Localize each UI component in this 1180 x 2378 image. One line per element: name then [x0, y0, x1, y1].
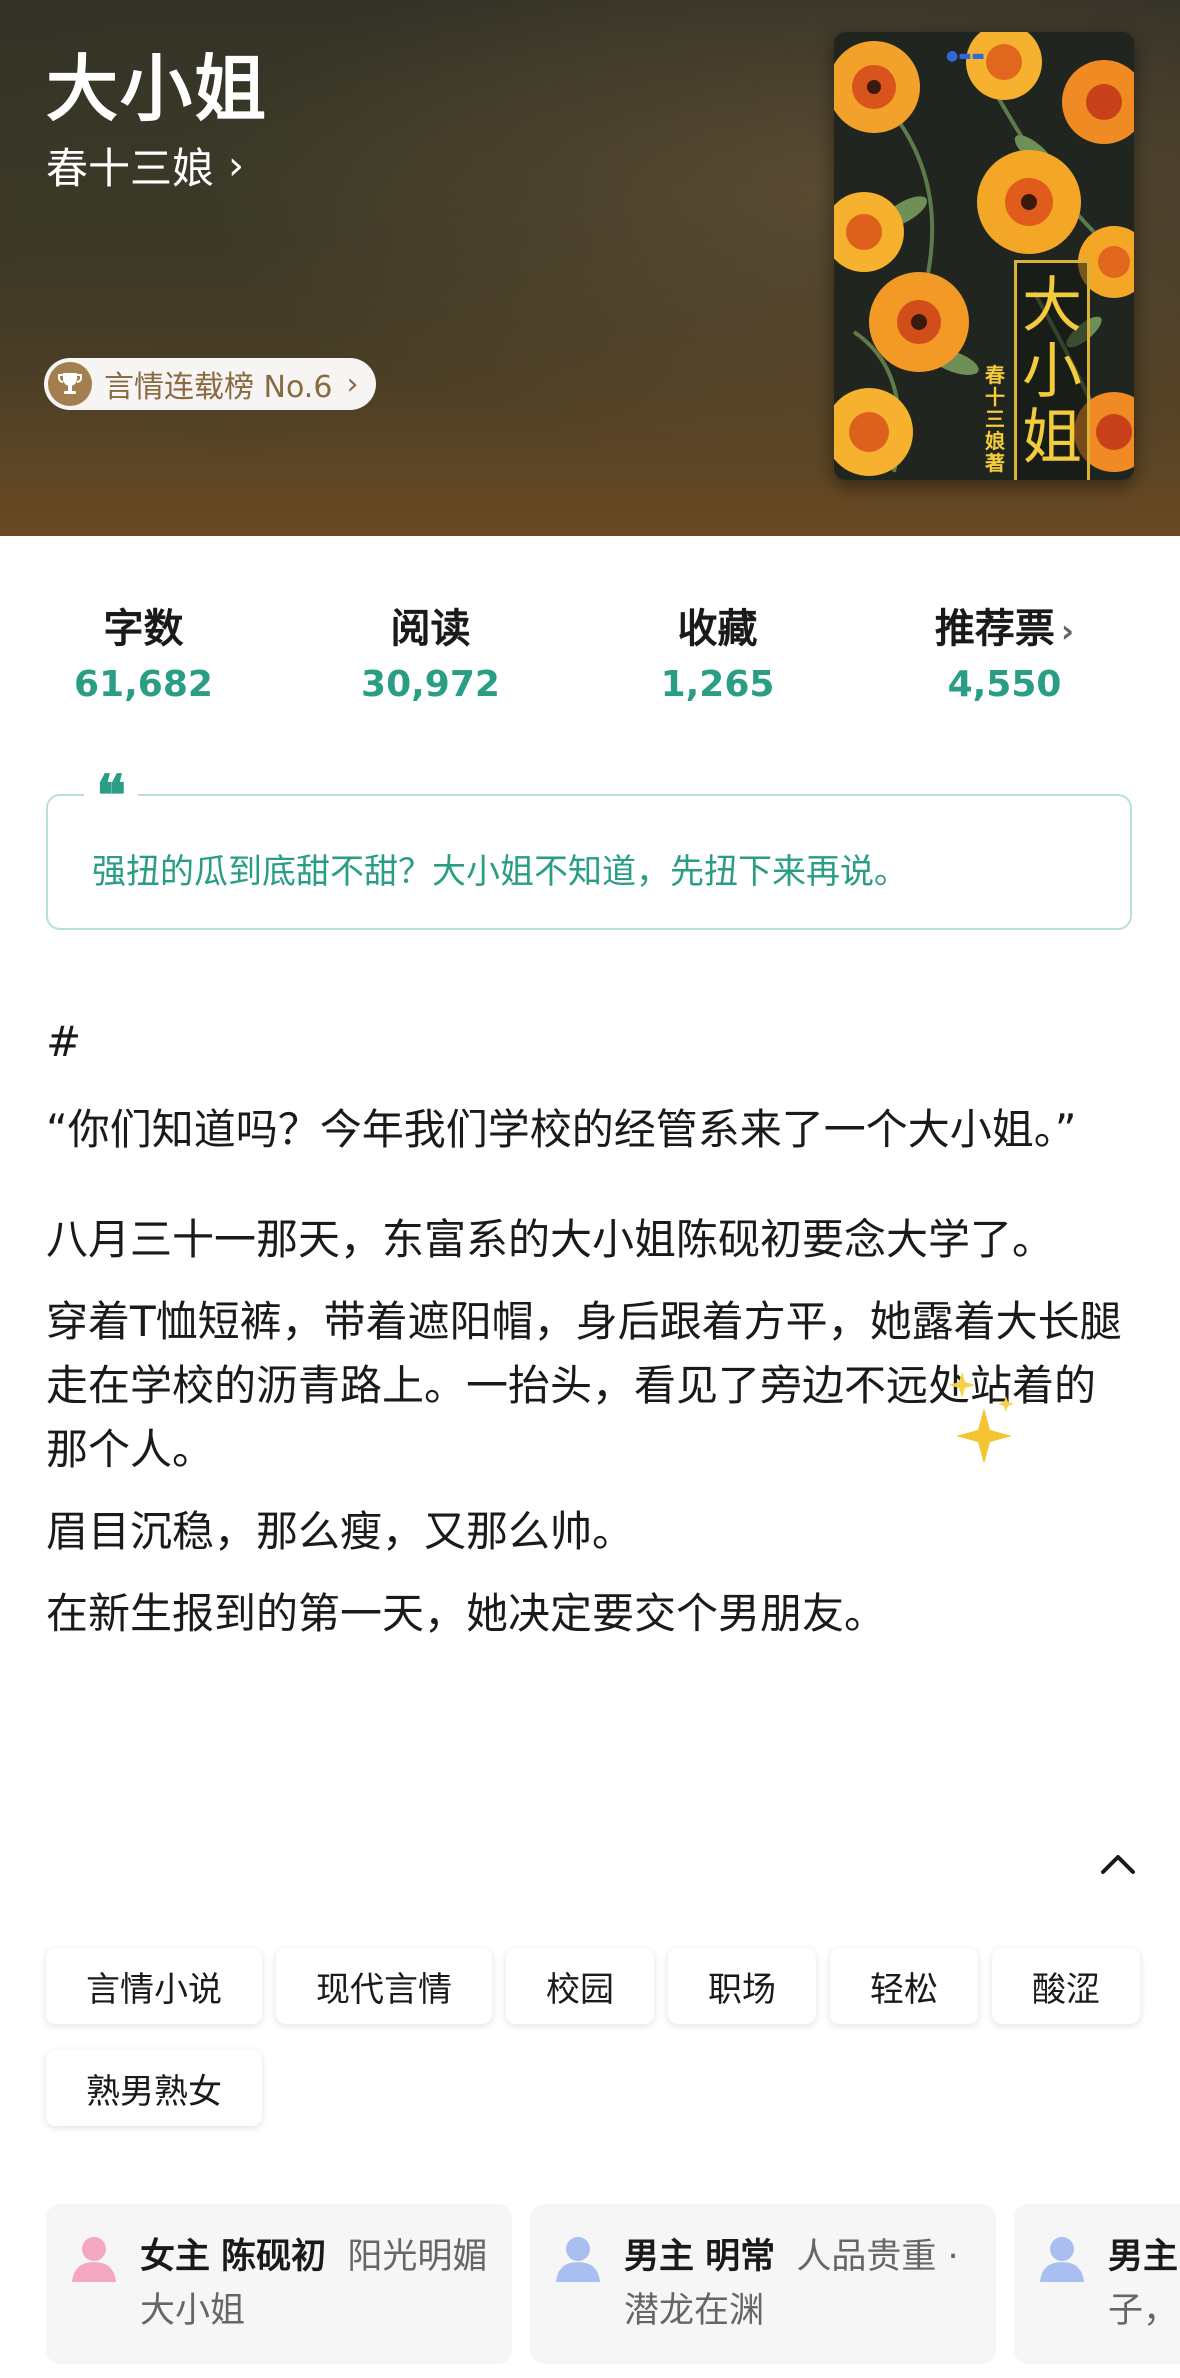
tagline-box: ❝ 强扭的瓜到底甜不甜？大小姐不知道，先扭下来再说。 — [46, 768, 1132, 930]
stat-word-count: 字数 61,682 — [0, 596, 287, 706]
cover-author-char: 娘 — [985, 429, 1005, 453]
collapse-synopsis-button[interactable] — [1096, 1842, 1140, 1886]
cover-title-char: 姐 — [1022, 403, 1082, 473]
stat-label: 阅读 — [390, 606, 471, 652]
person-avatar-icon — [1040, 2237, 1084, 2282]
tag-chip[interactable]: 熟男熟女 — [46, 2050, 262, 2126]
cover-author-char: 著 — [985, 451, 1005, 475]
sparkle-icon — [944, 1368, 1024, 1482]
cover-author: 春 十 三 娘 著 — [980, 364, 1010, 474]
tag-chip[interactable]: 轻松 — [830, 1948, 978, 2024]
stat-label-text: 推荐票 — [934, 606, 1055, 652]
synopsis-hash: # — [46, 1017, 82, 1066]
tag-chip[interactable]: 校园 — [506, 1948, 654, 2024]
character-card-heroine[interactable]: 女主 陈砚初 阳光明媚大小姐 — [46, 2204, 512, 2364]
chevron-right-icon: › — [346, 366, 359, 402]
chevron-right-icon: › — [1060, 612, 1075, 650]
publisher-logo: ●▬▬ — [946, 48, 985, 64]
character-name: 明常 — [705, 2237, 776, 2277]
book-header: 大小姐 春十三娘 › 言情连载榜 No.6 › ●▬▬ 大 小 姐 春 十 三 … — [0, 0, 1180, 536]
cover-title-char: 大 — [1022, 271, 1082, 341]
synopsis-paragraph: 八月三十一那天，东富系的大小姐陈砚初要念大学了。 — [46, 1215, 1055, 1264]
character-info: 女主 陈砚初 阳光明媚大小姐 — [140, 2230, 492, 2338]
character-card-hero-2[interactable]: 男主 子， — [1014, 2204, 1180, 2364]
stat-label-recommend: 推荐票 › — [861, 596, 1148, 654]
stat-value: 61,682 — [74, 664, 213, 705]
chevron-right-icon: › — [228, 142, 245, 189]
person-avatar-icon — [72, 2237, 116, 2282]
stat-label: 收藏 — [677, 606, 758, 652]
author-name: 春十三娘 — [46, 144, 215, 193]
tag-chip[interactable]: 现代言情 — [276, 1948, 492, 2024]
character-name: 陈砚初 — [221, 2237, 327, 2277]
synopsis-paragraph: 在新生报到的第一天，她决定要交个男朋友。 — [46, 1589, 887, 1638]
tag-list: 言情小说 现代言情 校园 职场 轻松 酸涩 熟男熟女 — [46, 1948, 1146, 2126]
stat-value: 30,972 — [361, 664, 500, 705]
rank-badge[interactable]: 言情连载榜 No.6 › — [44, 358, 377, 410]
character-info: 男主 子， — [1108, 2230, 1178, 2338]
stat-recommend-votes[interactable]: 推荐票 › 4,550 — [861, 596, 1148, 706]
stat-label: 字数 — [103, 606, 184, 652]
character-desc: 子， — [1108, 2291, 1179, 2331]
cover-title-char: 小 — [1022, 337, 1082, 407]
character-role: 男主 — [624, 2237, 695, 2277]
character-card-hero[interactable]: 男主 明常 人品贵重 · 潜龙在渊 — [530, 2204, 996, 2364]
stat-value: 4,550 — [947, 664, 1062, 705]
stats-row: 字数 61,682 阅读 30,972 收藏 1,265 推荐票 › 4,550 — [0, 596, 1180, 706]
rank-label: 言情连载榜 No.6 — [104, 370, 333, 405]
quote-mark-icon: ❝ — [84, 768, 139, 824]
stat-reads: 阅读 30,972 — [287, 596, 574, 706]
tag-chip[interactable]: 言情小说 — [46, 1948, 262, 2024]
cover-author-char: 三 — [985, 407, 1005, 431]
synopsis-paragraph: 眉目沉稳，那么瘦，又那么帅。 — [46, 1507, 635, 1556]
character-info: 男主 明常 人品贵重 · 潜龙在渊 — [624, 2230, 976, 2338]
cover-author-char: 春 — [985, 363, 1005, 387]
stat-favorites: 收藏 1,265 — [574, 596, 861, 706]
synopsis-paragraph: “你们知道吗？今年我们学校的经管系来了一个大小姐。” — [46, 1105, 1077, 1154]
character-role: 女主 — [140, 2237, 211, 2277]
cover-author-char: 十 — [985, 385, 1005, 409]
character-role: 男主 — [1108, 2237, 1179, 2277]
person-avatar-icon — [556, 2237, 600, 2282]
synopsis: # “你们知道吗？今年我们学校的经管系来了一个大小姐。” 八月三十一那天，东富系… — [46, 1010, 1136, 1646]
tag-chip[interactable]: 职场 — [668, 1948, 816, 2024]
chevron-up-icon — [1101, 1855, 1135, 1874]
character-list: 女主 陈砚初 阳光明媚大小姐 男主 明常 人品贵重 · 潜龙在渊 男主 子， — [46, 2204, 1180, 2364]
trophy-icon — [48, 362, 92, 406]
book-title: 大小姐 — [46, 47, 269, 131]
author-link[interactable]: 春十三娘 › — [46, 135, 244, 196]
book-cover[interactable]: ●▬▬ 大 小 姐 春 十 三 娘 著 — [834, 32, 1134, 480]
stat-value: 1,265 — [660, 664, 775, 705]
cover-title: 大 小 姐 — [1014, 260, 1090, 480]
tagline-text: 强扭的瓜到底甜不甜？大小姐不知道，先扭下来再说。 — [92, 852, 908, 892]
tag-chip[interactable]: 酸涩 — [992, 1948, 1140, 2024]
